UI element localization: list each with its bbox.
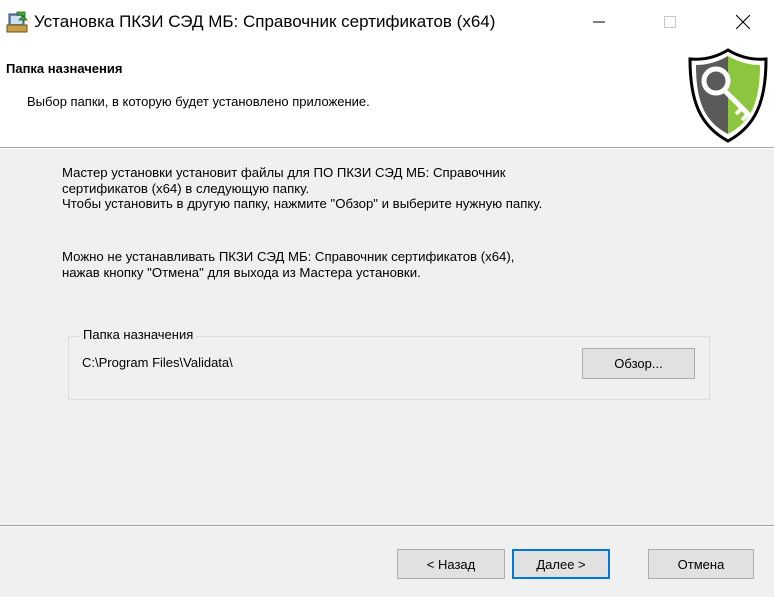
wizard-content: Мастер установки установит файлы для ПО … — [0, 149, 774, 525]
close-icon — [736, 15, 750, 29]
cancel-hint-line: нажав кнопку "Отмена" для выхода из Маст… — [62, 264, 421, 280]
shield-key-logo — [686, 46, 770, 144]
description-line: Чтобы установить в другую папку, нажмите… — [62, 196, 543, 211]
description-line: сертификатов (x64) в следующую папку. — [62, 180, 310, 196]
title-bar: Установка ПКЗИ СЭД МБ: Справочник сертиф… — [0, 0, 774, 44]
back-button[interactable]: < Назад — [397, 549, 505, 579]
destination-path: C:\Program Files\Validata\ — [82, 355, 233, 370]
minimize-icon — [593, 21, 605, 23]
cancel-hint-text: Можно не устанавливать ПКЗИ СЭД МБ: Спра… — [62, 249, 514, 280]
maximize-icon — [664, 16, 676, 28]
destination-group-label: Папка назначения — [80, 327, 197, 342]
page-subtitle: Выбор папки, в которую будет установлено… — [27, 94, 370, 109]
minimize-button[interactable] — [570, 0, 628, 44]
close-button[interactable] — [712, 0, 774, 44]
wizard-footer: < Назад Далее > Отмена — [0, 527, 774, 597]
description-line: Мастер установки установит файлы для ПО … — [62, 165, 506, 180]
installer-icon — [6, 10, 30, 34]
maximize-button[interactable] — [641, 0, 699, 44]
browse-button[interactable]: Обзор... — [582, 348, 695, 379]
page-title: Папка назначения — [6, 61, 123, 76]
wizard-header: Папка назначения Выбор папки, в которую … — [0, 44, 774, 147]
cancel-button[interactable]: Отмена — [648, 549, 754, 579]
description-text: Мастер установки установит файлы для ПО … — [62, 165, 542, 212]
cancel-hint-line: Можно не устанавливать ПКЗИ СЭД МБ: Спра… — [62, 249, 515, 264]
window-title: Установка ПКЗИ СЭД МБ: Справочник сертиф… — [34, 12, 496, 31]
next-button[interactable]: Далее > — [512, 549, 610, 579]
